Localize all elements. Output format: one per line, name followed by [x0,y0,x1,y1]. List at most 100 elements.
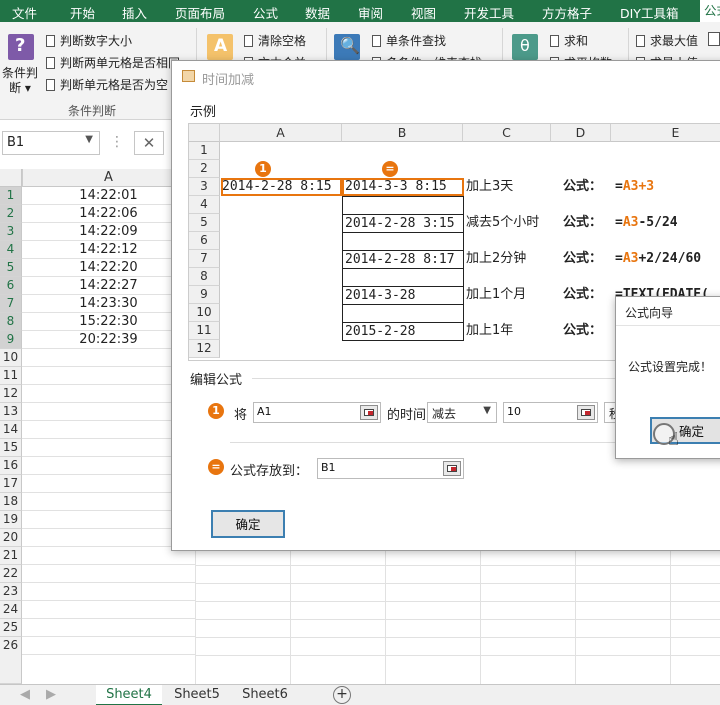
excel-window: 文件 开始 插入 页面布局 公式 数据 审阅 视图 开发工具 方方格子 DIY工… [0,0,720,705]
source-cell-input[interactable]: A1 [253,402,381,423]
chevron-down-icon[interactable]: ▼ [85,134,93,145]
cell-a12[interactable] [22,385,195,403]
tab-review[interactable]: 审阅 [358,3,383,22]
cell-a26[interactable] [22,637,195,655]
cancel-formula-button[interactable]: ✕ [134,131,164,155]
row-header[interactable]: 19 [0,511,22,529]
cell-a11[interactable] [22,367,195,385]
tab-formulas[interactable]: 公式 [253,3,278,22]
cell-a8[interactable]: 15:22:30 [22,313,195,331]
row-header[interactable]: 13 [0,403,22,421]
row-header[interactable]: 5 [0,259,22,277]
scroll-right-icon[interactable]: ▶ [44,685,58,705]
cell-a3[interactable]: 14:22:09 [22,223,195,241]
cell-a17[interactable] [22,475,195,493]
row-header[interactable]: 8 [0,313,22,331]
row-header[interactable]: 16 [0,457,22,475]
tab-page-layout[interactable]: 页面布局 [175,3,225,22]
operation-select[interactable]: 减去 ▼ [427,402,497,423]
example-d7: 公式： [563,251,603,266]
cell-a10[interactable] [22,349,195,367]
cell-a23[interactable] [22,583,195,601]
row-header[interactable]: 1 [0,187,22,205]
row-header[interactable]: 7 [0,295,22,313]
cell-a24[interactable] [22,601,195,619]
row-header[interactable]: 21 [0,547,22,565]
judge-cell-empty[interactable]: 判断单元格是否为空 [46,76,168,93]
doc-icon [372,35,381,47]
cell-a22[interactable] [22,565,195,583]
judge-number-size[interactable]: 判断数字大小 [46,32,132,49]
cell-a18[interactable] [22,493,195,511]
row-header[interactable]: 22 [0,565,22,583]
cell-a21[interactable] [22,547,195,565]
row-header[interactable]: 2 [0,205,22,223]
column-header-a[interactable]: A [22,169,195,187]
cell-a19[interactable] [22,511,195,529]
cell-a9[interactable]: 20:22:39 [22,331,195,349]
range-picker-icon[interactable] [577,405,595,420]
row-header[interactable]: 24 [0,601,22,619]
row-header[interactable]: 26 [0,637,22,684]
cell-a20[interactable] [22,529,195,547]
cell-a2[interactable]: 14:22:06 [22,205,195,223]
name-box[interactable]: B1 ▼ [2,131,100,155]
cell-a15[interactable] [22,439,195,457]
sheet-tab-bar: ◀ ▶ Sheet4 Sheet5 Sheet6 + [0,684,720,705]
amount-input[interactable]: 10 [503,402,598,423]
add-sheet-icon[interactable]: + [333,686,351,704]
row-header[interactable]: 11 [0,367,22,385]
row-header[interactable]: 6 [0,277,22,295]
tab-view[interactable]: 视图 [411,3,436,22]
row-header[interactable]: 14 [0,421,22,439]
ok-button[interactable]: 确定 [211,510,285,538]
jiang-label: 将 [234,408,248,423]
cell-a5[interactable]: 14:22:20 [22,259,195,277]
sheet-tab-sheet5[interactable]: Sheet5 [166,685,228,705]
row-header[interactable]: 10 [0,349,22,367]
tab-developer[interactable]: 开发工具 [464,3,514,22]
wizard-message: 公式设置完成！ [628,360,713,374]
single-condition-lookup[interactable]: 单条件查找 [372,32,446,49]
output-cell-input[interactable]: B1 [317,458,464,479]
tab-formula-active[interactable]: 公式 [700,0,720,22]
row-header[interactable]: 25 [0,619,22,637]
condition-button[interactable]: 条件判断 ▾ [0,66,40,96]
row-header[interactable]: 15 [0,439,22,457]
cell-a6[interactable]: 14:22:27 [22,277,195,295]
cell-a16[interactable] [22,457,195,475]
doc-icon [708,32,720,46]
example-b5: 2014-2-28 3:15 [345,216,455,231]
select-all-corner[interactable] [0,169,22,187]
tab-fangfanggezi[interactable]: 方方格子 [542,3,592,22]
sum-button[interactable]: 求和 [550,32,588,49]
cell-a1[interactable]: 14:22:01 [22,187,195,205]
tab-home[interactable]: 开始 [70,3,95,22]
cell-a7[interactable]: 14:23:30 [22,295,195,313]
cell-a4[interactable]: 14:22:12 [22,241,195,259]
sheet-tab-sheet4[interactable]: Sheet4 [96,685,162,705]
sheet-tab-sheet6[interactable]: Sheet6 [234,685,296,705]
range-picker-icon[interactable] [360,405,378,420]
row-header[interactable]: 12 [0,385,22,403]
clear-spaces[interactable]: 清除空格 [244,32,306,49]
cell-a25[interactable] [22,619,195,637]
cell-a13[interactable] [22,403,195,421]
row-header[interactable]: 20 [0,529,22,547]
row-header[interactable]: 9 [0,331,22,349]
judge-cells-equal[interactable]: 判断两单元格是否相同 [46,54,180,71]
range-picker-icon[interactable] [443,461,461,476]
max-button[interactable]: 求最大值 [636,32,698,49]
row-header[interactable]: 23 [0,583,22,601]
tab-insert[interactable]: 插入 [122,3,147,22]
row-header[interactable]: 3 [0,223,22,241]
row-header[interactable]: 18 [0,493,22,511]
tab-file[interactable]: 文件 [12,3,37,22]
row-header[interactable]: 4 [0,241,22,259]
cell-a14[interactable] [22,421,195,439]
tab-data[interactable]: 数据 [305,3,330,22]
scroll-left-icon[interactable]: ◀ [18,685,32,705]
row-header[interactable]: 17 [0,475,22,493]
example-d5: 公式： [563,215,603,230]
tab-diy-toolbox[interactable]: DIY工具箱 [620,3,678,22]
